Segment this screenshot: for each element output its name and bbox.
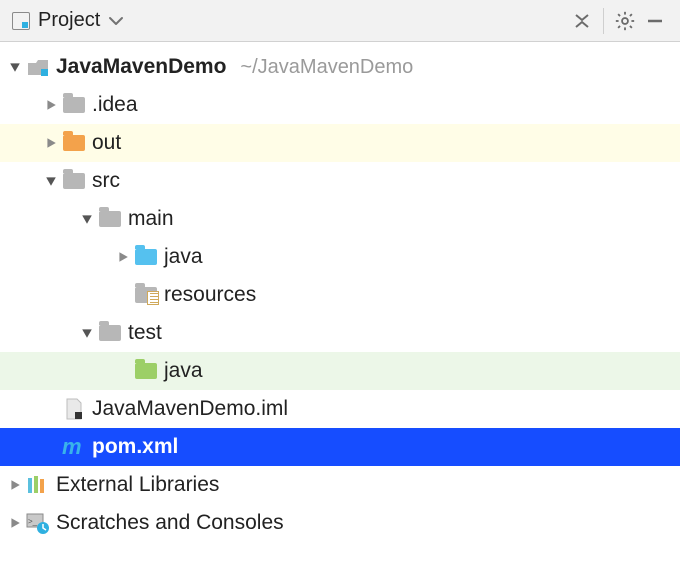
folder-icon (60, 169, 88, 193)
expand-toggle[interactable] (42, 96, 60, 114)
tree-node-out[interactable]: out (0, 124, 680, 162)
folder-icon (60, 93, 88, 117)
project-panel-header: Project (0, 0, 680, 42)
node-label: .idea (92, 93, 138, 117)
resources-folder-icon (132, 283, 160, 307)
tree-node-external-libraries[interactable]: External Libraries (0, 466, 680, 504)
tree-node-main-java[interactable]: java (0, 238, 680, 276)
tree-node-idea[interactable]: .idea (0, 86, 680, 124)
node-label: test (128, 321, 162, 345)
tree-node-iml[interactable]: JavaMavenDemo.iml (0, 390, 680, 428)
view-mode-dropdown[interactable] (108, 16, 124, 26)
project-tree[interactable]: JavaMavenDemo ~/JavaMavenDemo .idea out … (0, 42, 680, 542)
node-label: java (164, 359, 203, 383)
folder-icon (96, 321, 124, 345)
maven-file-icon: m (60, 435, 88, 459)
module-icon (24, 55, 52, 79)
tree-node-test-java[interactable]: java (0, 352, 680, 390)
project-panel-icon (12, 12, 30, 30)
tree-node-project-root[interactable]: JavaMavenDemo ~/JavaMavenDemo (0, 48, 680, 86)
hide-panel-icon[interactable] (640, 6, 670, 36)
node-label: out (92, 131, 121, 155)
tree-node-scratches[interactable]: >_ Scratches and Consoles (0, 504, 680, 542)
scroll-from-source-icon[interactable] (567, 6, 597, 36)
expand-toggle[interactable] (6, 58, 24, 76)
node-label: src (92, 169, 120, 193)
svg-text:>_: >_ (28, 517, 38, 526)
expand-toggle[interactable] (42, 134, 60, 152)
svg-text:m: m (62, 436, 82, 458)
expand-toggle[interactable] (78, 324, 96, 342)
node-label: main (128, 207, 174, 231)
expand-toggle[interactable] (78, 210, 96, 228)
node-label: JavaMavenDemo (56, 55, 226, 79)
expand-toggle[interactable] (6, 476, 24, 494)
tree-node-src[interactable]: src (0, 162, 680, 200)
test-source-folder-icon (132, 359, 160, 383)
module-file-icon (60, 397, 88, 421)
expand-toggle[interactable] (114, 248, 132, 266)
tree-node-resources[interactable]: resources (0, 276, 680, 314)
header-separator (603, 8, 604, 34)
node-path: ~/JavaMavenDemo (240, 56, 413, 79)
node-label: java (164, 245, 203, 269)
tree-node-pom[interactable]: m pom.xml (0, 428, 680, 466)
source-folder-icon (132, 245, 160, 269)
gear-icon[interactable] (610, 6, 640, 36)
tree-node-test[interactable]: test (0, 314, 680, 352)
folder-icon (96, 207, 124, 231)
node-label: External Libraries (56, 473, 219, 497)
expand-toggle[interactable] (42, 172, 60, 190)
node-label: resources (164, 283, 256, 307)
excluded-folder-icon (60, 131, 88, 155)
expand-toggle[interactable] (6, 514, 24, 532)
node-label: pom.xml (92, 435, 178, 459)
panel-title[interactable]: Project (38, 9, 100, 32)
tree-node-main[interactable]: main (0, 200, 680, 238)
node-label: JavaMavenDemo.iml (92, 397, 288, 421)
scratches-icon: >_ (24, 511, 52, 535)
node-label: Scratches and Consoles (56, 511, 284, 535)
libraries-icon (24, 473, 52, 497)
